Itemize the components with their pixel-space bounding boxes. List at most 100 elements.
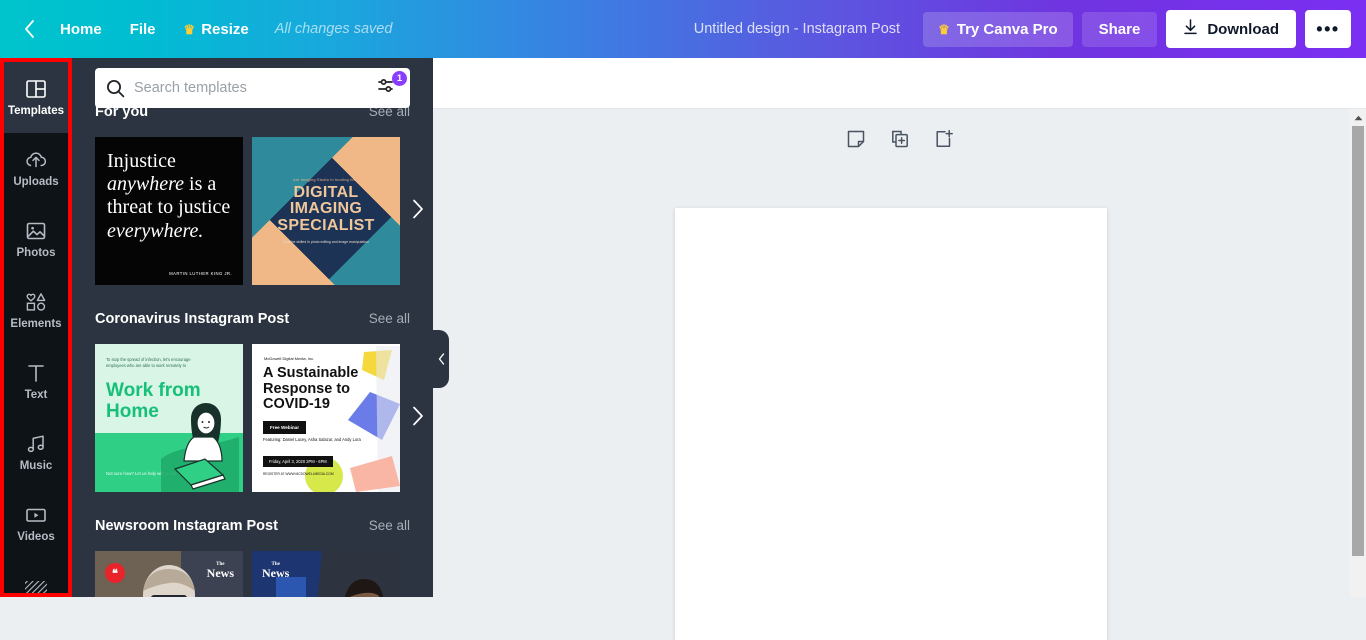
template-card-digital-imaging[interactable]: Are Imaging Studio in hunting for a DIGI…	[252, 137, 400, 285]
woman-laptop-illustration	[161, 403, 239, 492]
text-t-icon	[26, 361, 46, 385]
quote-line-3: threat to justice	[107, 196, 231, 219]
quote-line-1: Injustice	[107, 150, 176, 172]
search-icon	[106, 79, 125, 98]
sidebar-label-text: Text	[24, 389, 48, 402]
template-carousel-newsroom: ❝ The News The News	[95, 551, 410, 597]
see-all-link-newsroom[interactable]: See all	[369, 518, 410, 533]
sidebar-label-elements: Elements	[10, 318, 62, 331]
digital-imaging-content: Are Imaging Studio in hunting for a DIGI…	[252, 137, 400, 285]
notes-icon[interactable]	[844, 127, 868, 151]
brand-text: McDowell Digital Media, Inc.	[264, 356, 315, 361]
canvas-area[interactable]	[433, 109, 1366, 640]
search-input[interactable]	[134, 80, 376, 96]
section-title: Coronavirus Instagram Post	[95, 311, 290, 327]
resize-label: Resize	[201, 20, 249, 38]
download-label: Download	[1207, 20, 1279, 38]
left-tool-sidebar: Templates Uploads Photos Elements Text M…	[0, 58, 72, 597]
wfh-note-text: To stop the spread of infection, let's e…	[106, 357, 191, 368]
panel-scroll-content: For you See all Injustice anywhere is a …	[72, 58, 433, 597]
quote-line-2: anywhere is a	[107, 173, 217, 196]
background-pattern-icon	[23, 580, 49, 593]
shapes-icon	[24, 290, 48, 314]
editor-toolbar	[433, 58, 1366, 109]
design-page-canvas[interactable]	[675, 208, 1107, 640]
home-label: Home	[60, 20, 102, 38]
home-button[interactable]: Home	[46, 14, 116, 45]
save-status-text: All changes saved	[274, 21, 393, 37]
file-menu-button[interactable]: File	[116, 14, 170, 45]
template-card-sustainable-covid[interactable]: McDowell Digital Media, Inc. A Sustainab…	[252, 344, 400, 492]
resize-button[interactable]: ♛ Resize	[170, 14, 263, 45]
logo-name: News	[206, 566, 234, 580]
sidebar-item-photos[interactable]: Photos	[4, 204, 68, 275]
try-canva-pro-button[interactable]: ♛ Try Canva Pro	[923, 11, 1073, 47]
share-button[interactable]: Share	[1081, 11, 1158, 47]
news-logo: The News	[207, 562, 234, 579]
more-dots-icon: •••	[1316, 18, 1340, 39]
section-coronavirus: Coronavirus Instagram Post See all To st…	[72, 311, 433, 492]
see-all-link-coronavirus[interactable]: See all	[369, 311, 410, 326]
title-text: DIGITAL IMAGING SPECIALIST	[277, 183, 375, 234]
section-title: Newsroom Instagram Post	[95, 518, 278, 534]
template-card-mlk-quote[interactable]: Injustice anywhere is a threat to justic…	[95, 137, 243, 285]
quote-mark-badge: ❝	[105, 563, 125, 583]
duplicate-page-icon[interactable]	[888, 127, 912, 151]
template-card-work-from-home[interactable]: To stop the spread of infection, let's e…	[95, 344, 243, 492]
section-header: Coronavirus Instagram Post See all	[95, 311, 410, 337]
crown-icon: ♛	[183, 21, 196, 37]
sidebar-label-videos: Videos	[17, 531, 55, 544]
vertical-scrollbar[interactable]	[1350, 109, 1366, 597]
free-webinar-tag: Free Webinar	[263, 421, 307, 434]
back-chevron-icon[interactable]	[14, 14, 44, 44]
section-newsroom: Newsroom Instagram Post See all ❝ The Ne…	[72, 518, 433, 597]
sidebar-item-background[interactable]	[4, 559, 68, 593]
sidebar-item-videos[interactable]: Videos	[4, 488, 68, 559]
try-pro-label: Try Canva Pro	[956, 20, 1058, 38]
sidebar-item-text[interactable]: Text	[4, 346, 68, 417]
quote-glyph: ❝	[112, 567, 118, 580]
scrollbar-thumb[interactable]	[1352, 126, 1364, 556]
panel-collapse-handle[interactable]	[433, 330, 449, 388]
page-tools-group	[844, 127, 956, 151]
template-card-newsroom-reporter[interactable]: The News	[252, 551, 400, 597]
template-carousel-coronavirus: To stop the spread of infection, let's e…	[95, 344, 423, 492]
more-options-button[interactable]: •••	[1305, 10, 1351, 48]
download-button[interactable]: Download	[1166, 10, 1296, 48]
template-card-newsroom-interview[interactable]: ❝ The News	[95, 551, 243, 597]
share-label: Share	[1098, 20, 1141, 38]
event-time-text: Friday, April 3, 2020 2PM - 6PM	[263, 456, 333, 467]
section-for-you: For you See all Injustice anywhere is a …	[72, 104, 433, 285]
quote-attribution: MARTIN LUTHER KING JR.	[169, 271, 232, 276]
mlk-quote-text: Injustice anywhere is a threat to justic…	[107, 150, 231, 243]
music-note-icon	[25, 432, 47, 456]
carousel-next-for-you[interactable]	[412, 199, 424, 223]
sidebar-label-photos: Photos	[16, 247, 56, 260]
crown-icon: ♛	[938, 21, 950, 37]
filter-button[interactable]: 1	[376, 71, 407, 101]
sidebar-item-uploads[interactable]: Uploads	[4, 133, 68, 204]
add-page-icon[interactable]	[932, 127, 956, 151]
quote-line-4: everywhere.	[107, 219, 204, 242]
registration-url: REGISTER AT WWW.MCDOWELLMEDIA.COM	[263, 472, 334, 476]
video-play-icon	[24, 503, 48, 527]
section-header: Newsroom Instagram Post See all	[95, 518, 410, 544]
sidebar-item-elements[interactable]: Elements	[4, 275, 68, 346]
filter-sliders-icon	[376, 79, 398, 101]
top-header-bar: Home File ♛ Resize All changes saved Unt…	[0, 0, 1366, 58]
sidebar-item-templates[interactable]: Templates	[4, 62, 68, 133]
header-left-group: Home File ♛ Resize All changes saved	[0, 14, 392, 45]
search-templates-bar[interactable]: 1	[95, 68, 410, 108]
sidebar-item-music[interactable]: Music	[4, 417, 68, 488]
carousel-next-coronavirus[interactable]	[412, 406, 424, 430]
covid-headline: A Sustainable Response to COVID-19	[263, 365, 359, 413]
design-title[interactable]: Untitled design - Instagram Post	[694, 21, 900, 37]
sidebar-label-music: Music	[19, 460, 53, 473]
template-carousel-for-you: Injustice anywhere is a threat to justic…	[95, 137, 423, 285]
download-arrow-icon	[1183, 19, 1198, 39]
filter-count-badge: 1	[392, 71, 407, 86]
templates-icon	[25, 77, 47, 101]
editor-area	[433, 58, 1366, 640]
file-label: File	[129, 20, 156, 38]
scroll-up-icon[interactable]	[1350, 109, 1366, 126]
